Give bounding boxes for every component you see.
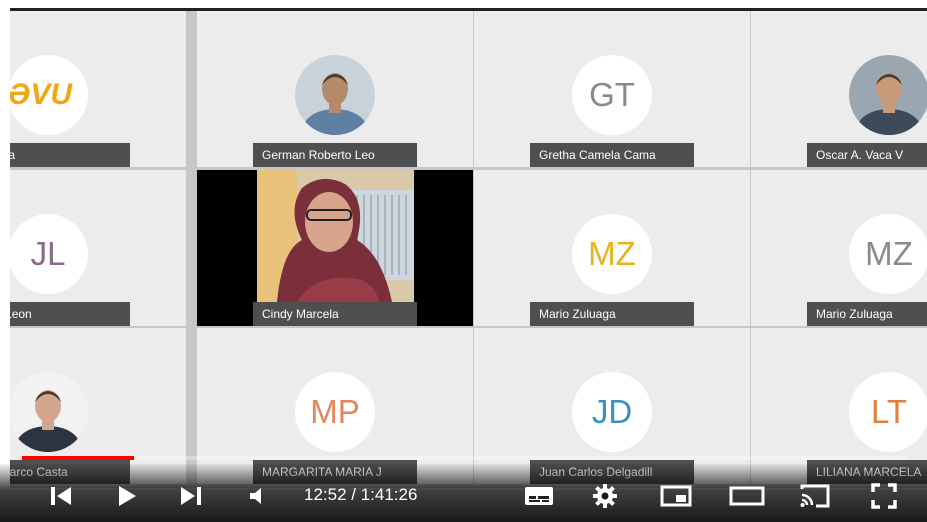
time-display: 12:52 / 1:41:26 xyxy=(304,485,418,504)
avatar-initials: LT xyxy=(849,372,927,452)
settings-icon[interactable] xyxy=(589,482,621,510)
participant-tile[interactable]: GT Gretha Camela Cama xyxy=(474,11,750,167)
skip-next-icon[interactable] xyxy=(176,482,206,510)
participant-tile[interactable]: German Roberto Leo xyxy=(197,11,473,167)
play-icon[interactable] xyxy=(112,482,142,510)
skip-previous-icon[interactable] xyxy=(46,482,76,510)
avatar-initials: JL xyxy=(10,214,88,294)
avatar-initials: GT xyxy=(572,55,652,135)
participant-name: Mario Zuluaga xyxy=(530,302,694,326)
avatar-photo xyxy=(849,55,927,135)
participant-name: German Roberto Leo xyxy=(253,143,417,167)
participant-tile[interactable]: Cindy Marcela xyxy=(197,170,473,326)
participant-tile[interactable]: MZ Mario Zuluaga xyxy=(751,170,927,326)
participant-name: orteava xyxy=(10,143,130,167)
miniplayer-icon[interactable] xyxy=(656,482,696,510)
avatar-initials: MZ xyxy=(572,214,652,294)
avatar-photo xyxy=(10,372,88,452)
progress-played xyxy=(22,456,135,460)
participant-name: Gretha Camela Cama xyxy=(530,143,694,167)
participant-tile[interactable]: er Plutarco Casta xyxy=(10,328,186,484)
participant-tile[interactable]: MPMARGARITA MARIA J xyxy=(197,328,473,484)
participant-tile[interactable]: ƏVU orteava xyxy=(10,11,186,167)
participant-tile[interactable]: JL Leon Leon xyxy=(10,170,186,326)
participant-video xyxy=(257,170,414,302)
participant-tile[interactable]: MZ Mario Zuluaga xyxy=(474,170,750,326)
fullscreen-icon[interactable] xyxy=(866,482,902,510)
participant-name: Leon Leon xyxy=(10,302,130,326)
avatar-photo xyxy=(295,55,375,135)
avatar-initials: JD xyxy=(572,372,652,452)
participant-name: Oscar A. Vaca V xyxy=(807,143,927,167)
avatar-initials: MZ xyxy=(849,214,927,294)
participant-tile[interactable]: JDJuan Carlos Delgadill xyxy=(474,328,750,484)
participant-name: Mario Zuluaga xyxy=(807,302,927,326)
avatar-logo: ƏVU xyxy=(10,55,88,135)
avatar-initials: MP xyxy=(295,372,375,452)
cast-icon[interactable] xyxy=(795,482,835,510)
video-player[interactable]: ƏVU orteava German Roberto Leo GT Gretha Ca… xyxy=(0,0,927,522)
subtitles-icon[interactable] xyxy=(521,482,557,510)
progress-bar[interactable] xyxy=(22,456,907,460)
theater-mode-icon[interactable] xyxy=(726,482,768,510)
participant-tile[interactable]: LTLILIANA MARCELA xyxy=(751,328,927,484)
participant-name: Cindy Marcela xyxy=(253,302,417,326)
participant-tile[interactable]: Oscar A. Vaca V xyxy=(751,11,927,167)
participant-grid: ƏVU orteava German Roberto Leo GT Gretha Ca… xyxy=(10,8,927,488)
volume-icon[interactable] xyxy=(243,482,273,510)
